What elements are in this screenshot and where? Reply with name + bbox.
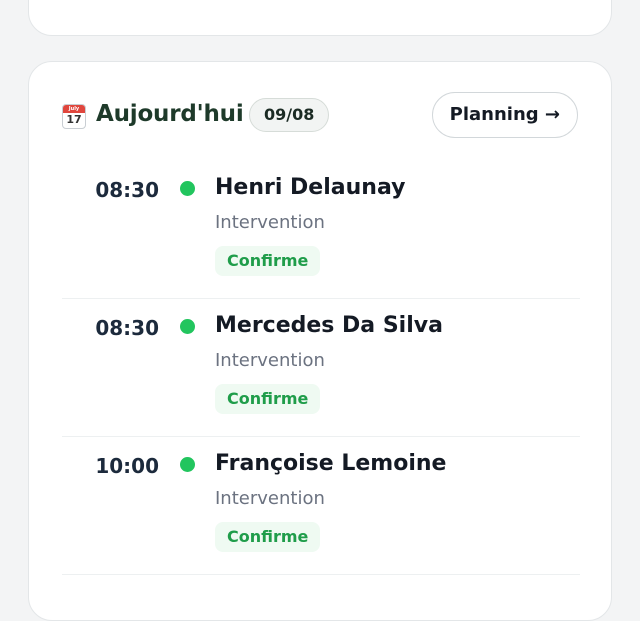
planning-button[interactable]: Planning → bbox=[431, 92, 578, 138]
status-badge: Confirme bbox=[215, 522, 321, 552]
status-badge: Confirme bbox=[215, 246, 321, 276]
appointment-time: 08:30 bbox=[95, 316, 159, 340]
section-title: Aujourd'hui bbox=[96, 101, 244, 127]
date-badge: 09/08 bbox=[249, 98, 330, 132]
appointment-item[interactable]: 10:00 Françoise Lemoine Intervention Con… bbox=[62, 436, 580, 575]
previous-card bbox=[28, 0, 612, 36]
client-name: Henri Delaunay bbox=[215, 175, 406, 200]
appointment-time: 10:00 bbox=[95, 454, 159, 478]
status-dot-icon bbox=[180, 319, 195, 334]
appointment-type: Intervention bbox=[215, 488, 325, 509]
today-appointments-card: July 17 Aujourd'hui 09/08 Planning → 08:… bbox=[28, 61, 612, 621]
appointment-type: Intervention bbox=[215, 212, 325, 233]
client-name: Françoise Lemoine bbox=[215, 451, 447, 476]
status-dot-icon bbox=[180, 181, 195, 196]
appointment-type: Intervention bbox=[215, 350, 325, 371]
client-name: Mercedes Da Silva bbox=[215, 313, 443, 338]
appointment-time: 08:30 bbox=[95, 178, 159, 202]
status-dot-icon bbox=[180, 457, 195, 472]
appointment-item[interactable]: 08:30 Henri Delaunay Intervention Confir… bbox=[62, 160, 580, 299]
card-header: July 17 Aujourd'hui 09/08 Planning → bbox=[62, 92, 578, 140]
status-badge: Confirme bbox=[215, 384, 321, 414]
calendar-icon: July 17 bbox=[62, 104, 86, 129]
appointment-item[interactable]: 08:30 Mercedes Da Silva Intervention Con… bbox=[62, 298, 580, 437]
